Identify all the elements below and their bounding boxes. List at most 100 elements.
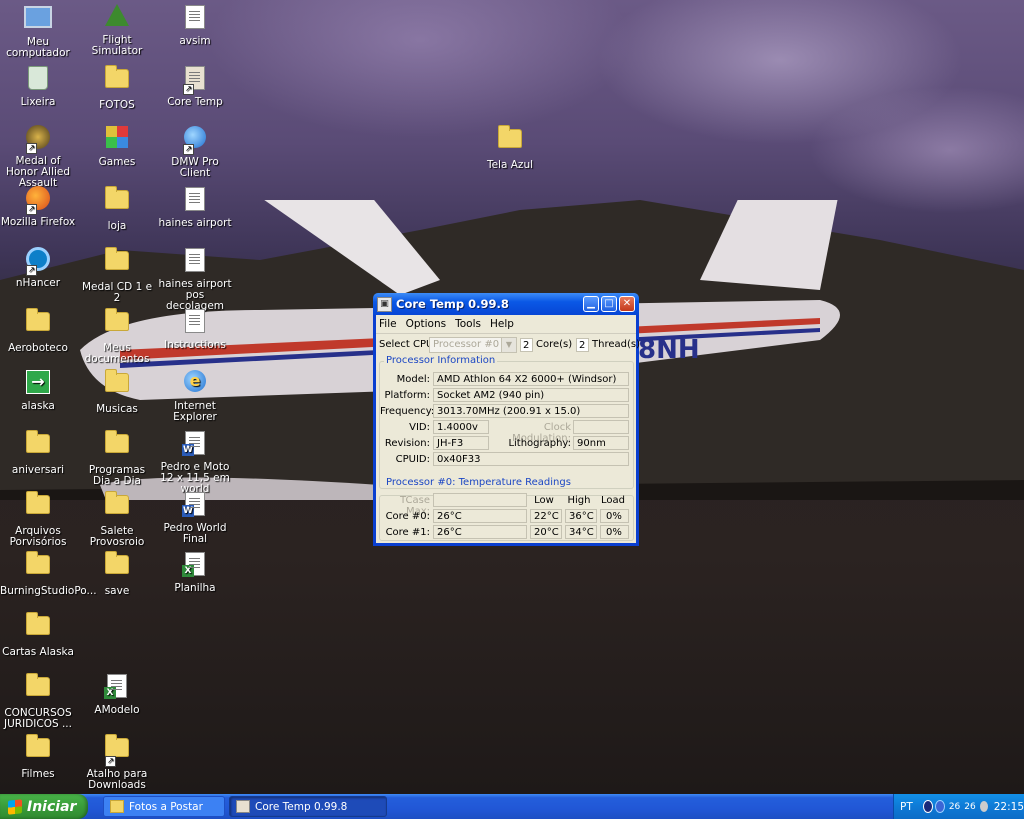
icon-label: Atalho para Downloads xyxy=(86,768,148,791)
word-file-icon: W xyxy=(182,431,205,456)
desktop-icon-concursos[interactable]: CONCURSOS JURIDICOS ... xyxy=(0,671,76,730)
col-high-header: High xyxy=(567,495,591,506)
chevron-down-icon: ▼ xyxy=(501,338,516,352)
folder-icon xyxy=(105,734,129,757)
col-load-header: Load xyxy=(601,495,625,506)
model-label: Model: xyxy=(396,374,430,385)
desktop-icon-arquivos-porvisorios[interactable]: Arquivos Porvisórios xyxy=(0,489,76,548)
desktop-icon-filmes[interactable]: Filmes xyxy=(0,732,76,780)
desktop-icon-amodelo[interactable]: X AModelo xyxy=(79,671,155,716)
core-temp-app-icon xyxy=(236,800,250,813)
desktop-icon-medal-of-honor[interactable]: ↗ Medal of Honor Allied Assault xyxy=(0,123,76,189)
desktop-icon-haines-airport[interactable]: haines airport xyxy=(157,184,233,229)
shortcut-arrow-icon: ↗ xyxy=(105,756,116,767)
desktop-icon-haines-airport-pos[interactable]: haines airport pos decolagem xyxy=(157,245,233,312)
folder-icon xyxy=(26,734,50,757)
desktop-icon-aeroboteco[interactable]: Aeroboteco xyxy=(0,306,76,354)
desktop-icon-medal-cd[interactable]: Medal CD 1 e 2 xyxy=(79,245,155,304)
desktop-icon-aniversari[interactable]: aniversari xyxy=(0,428,76,476)
icon-label: haines airport xyxy=(158,217,232,229)
desktop-icon-games[interactable]: Games xyxy=(79,123,155,168)
frequency-label: Frequency: xyxy=(380,406,435,417)
threads-count: 2 xyxy=(576,338,589,352)
menu-file[interactable]: File xyxy=(379,318,397,330)
desktop-icon-firefox[interactable]: ↗ Mozilla Firefox xyxy=(0,184,76,228)
tree-icon xyxy=(105,4,129,26)
desktop-icon-cartas-alaska[interactable]: Cartas Alaska xyxy=(0,610,76,658)
desktop-icon-meus-documentos[interactable]: Meus documentos xyxy=(79,306,155,365)
internet-explorer-icon: e xyxy=(184,370,206,392)
window-client-area: File Options Tools Help Select CPU: Proc… xyxy=(376,315,640,543)
icon-label: Arquivos Porvisórios xyxy=(9,525,67,548)
icon-label: FOTOS xyxy=(99,99,135,111)
core-temp-window: ▣ Core Temp 0.99.8 ▁ □ ✕ File Options To… xyxy=(373,293,640,546)
core1-label: Core #1: xyxy=(385,527,430,538)
menu-options[interactable]: Options xyxy=(406,318,447,330)
language-indicator[interactable]: PT xyxy=(900,801,913,813)
desktop-icon-planilha[interactable]: X Planilha xyxy=(157,549,233,594)
icon-label: CONCURSOS JURIDICOS ... xyxy=(4,707,72,730)
icon-label: save xyxy=(104,585,130,597)
desktop-icon-tela-azul[interactable]: Tela Azul xyxy=(472,123,548,171)
desktop-icon-musicas[interactable]: Musicas xyxy=(79,367,155,415)
lithography-label: Lithography: xyxy=(508,438,571,449)
select-cpu-dropdown[interactable]: Processor #0 ▼ xyxy=(429,337,517,353)
icon-label: Instructions xyxy=(164,339,226,351)
icon-label: Aeroboteco xyxy=(8,342,68,354)
desktop-icon-pedro-e-moto[interactable]: W Pedro e Moto 12 x 11,5 em world xyxy=(157,428,233,495)
core0-high: 36°C xyxy=(565,509,597,523)
shortcut-arrow-icon: ↗ xyxy=(183,144,194,155)
menu-help[interactable]: Help xyxy=(490,318,514,330)
core1-load: 0% xyxy=(600,525,629,539)
taskbar-button-core-temp[interactable]: Core Temp 0.99.8 xyxy=(229,796,387,817)
text-file-icon xyxy=(185,5,205,29)
windows-logo-icon xyxy=(8,798,22,815)
desktop-icon-meu-computador[interactable]: Meu computador xyxy=(0,2,76,59)
icon-label: Lixeira xyxy=(20,96,56,108)
desktop-icon-internet-explorer[interactable]: e Internet Explorer xyxy=(157,367,233,423)
desktop-icon-flight-simulator[interactable]: Flight Simulator xyxy=(79,2,155,57)
text-file-icon xyxy=(185,309,205,333)
desktop-icon-nhancer[interactable]: ↗ nHancer xyxy=(0,245,76,289)
system-tray: PT 26 26 22:15 xyxy=(893,794,1024,819)
cores-label: Core(s) xyxy=(536,339,573,350)
desktop-icon-dmw-pro[interactable]: ↗ DMW Pro Client xyxy=(157,123,233,179)
window-titlebar[interactable]: ▣ Core Temp 0.99.8 ▁ □ ✕ xyxy=(373,293,639,315)
desktop-icon-programas[interactable]: Programas Dia a Dia xyxy=(79,428,155,487)
tray-temp-2[interactable]: 26 xyxy=(964,802,975,812)
cpuid-value: 0x40F33 xyxy=(433,452,629,466)
close-button[interactable]: ✕ xyxy=(619,296,635,312)
maximize-button[interactable]: □ xyxy=(601,296,617,312)
start-button[interactable]: Iniciar xyxy=(0,794,88,819)
desktop-icon-alaska[interactable]: → alaska xyxy=(0,367,76,412)
icon-label: Programas Dia a Dia xyxy=(88,464,146,487)
desktop-icon-save[interactable]: save xyxy=(79,549,155,597)
desktop-icon-atalho-downloads[interactable]: ↗ Atalho para Downloads xyxy=(79,732,155,791)
desktop-icon-pedro-world-final[interactable]: W Pedro World Final xyxy=(157,489,233,545)
tray-temp-1[interactable]: 26 xyxy=(949,802,960,812)
clock[interactable]: 22:15 xyxy=(994,801,1024,813)
minimize-button[interactable]: ▁ xyxy=(583,296,599,312)
desktop-icon-avsim[interactable]: avsim xyxy=(157,2,233,47)
menu-tools[interactable]: Tools xyxy=(455,318,481,330)
desktop-icon-loja[interactable]: loja xyxy=(79,184,155,232)
desktop-icon-salete[interactable]: Salete Provosroio xyxy=(79,489,155,548)
desktop-icon-lixeira[interactable]: Lixeira xyxy=(0,63,76,108)
desktop-icon-core-temp[interactable]: ↗ Core Temp xyxy=(157,63,233,108)
core-temp-app-icon[interactable]: ▣ xyxy=(377,296,392,312)
window-title: Core Temp 0.99.8 xyxy=(396,297,509,311)
folder-icon xyxy=(26,551,50,574)
desktop-icon-instructions[interactable]: Instructions xyxy=(157,306,233,351)
icon-label: Core Temp xyxy=(167,96,223,108)
taskbar-button-fotos[interactable]: Fotos a Postar xyxy=(103,796,225,817)
computer-icon xyxy=(24,6,52,28)
desktop-icon-burningstudio[interactable]: BurningStudioPo... xyxy=(0,549,97,597)
speaker-icon[interactable] xyxy=(979,801,988,812)
monitor-icon[interactable] xyxy=(934,800,945,813)
folder-icon xyxy=(26,491,50,514)
desktop-icon-fotos[interactable]: FOTOS xyxy=(79,63,155,111)
icon-label: DMW Pro Client xyxy=(171,156,219,179)
flight-file-icon xyxy=(185,187,205,211)
network-icon[interactable] xyxy=(922,800,933,813)
folder-icon xyxy=(26,673,50,696)
